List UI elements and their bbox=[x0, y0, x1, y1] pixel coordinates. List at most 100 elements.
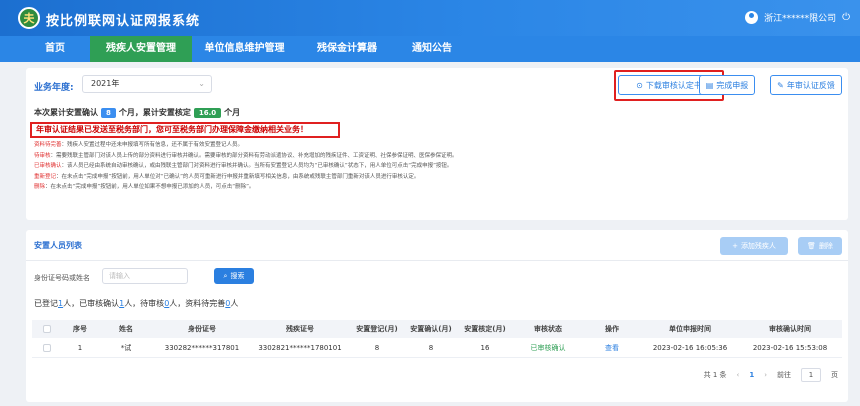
prev-page-icon[interactable]: ‹ bbox=[737, 371, 740, 379]
nav-unit-info[interactable]: 单位信息维护管理 bbox=[192, 36, 297, 62]
search-input[interactable] bbox=[102, 268, 188, 284]
add-disabled-person-button[interactable]: + 添加残疾人 bbox=[720, 237, 788, 255]
complete-declaration-label: 完成申报 bbox=[716, 80, 749, 90]
summary-text: 人，待审核 bbox=[124, 299, 165, 308]
note-text: ：在未点击“完成申报”按钮前，用人单位如果不想申报已添加的人员，可点击“删除”。 bbox=[45, 184, 255, 190]
header-confirmed-months: 安置确认(月) bbox=[410, 325, 452, 333]
select-all-checkbox[interactable] bbox=[32, 320, 62, 338]
note-text: ：残疾人安置过程中还未申报填写所有信息，还不属于有效安置登记人员。 bbox=[61, 142, 244, 148]
nav-calculator[interactable]: 残保金计算器 bbox=[297, 36, 397, 62]
plus-icon: + bbox=[732, 242, 738, 250]
note-text: ：在未点击“完成申报”按钮前，用人单位对“已确认”的人员可重新进行申报并重新填写… bbox=[56, 173, 420, 180]
divider bbox=[26, 260, 848, 261]
header-name: 姓名 bbox=[119, 325, 133, 333]
main-nav: 首页 残疾人安置管理 单位信息维护管理 残保金计算器 通知公告 bbox=[0, 36, 860, 62]
note-key: 已审核确认 bbox=[34, 163, 62, 169]
complete-declaration-button[interactable]: ▤ 完成申报 bbox=[699, 75, 755, 95]
row-confirm-time: 2023-02-16 15:53:08 bbox=[752, 343, 828, 352]
summary-text: 人 bbox=[230, 299, 239, 308]
header-disability-no: 残疾证号 bbox=[286, 325, 314, 333]
row-id-no: 330282******317801 bbox=[164, 343, 240, 352]
feedback-button[interactable]: ✎ 年审认证反馈 bbox=[770, 75, 842, 95]
row-checkbox[interactable] bbox=[32, 338, 62, 357]
edit-icon: ✎ bbox=[777, 80, 784, 90]
row-verified-months: 16 bbox=[480, 343, 490, 352]
header-verified-months: 安置核定(月) bbox=[464, 325, 506, 333]
note-pending: 待审核：需要残联主管部门对该人员上传的部分资料进行审核并确认。需要审核的部分资料… bbox=[34, 151, 834, 162]
note-key: 删除 bbox=[34, 184, 46, 190]
header-action: 操作 bbox=[605, 325, 619, 333]
note-reregister: 重新登记：在未点击“完成申报”按钮前，用人单位对“已确认”的人员可重新进行申报并… bbox=[34, 172, 834, 183]
chevron-down-icon: ⌄ bbox=[198, 79, 205, 88]
header-registered-months: 安置登记(月) bbox=[356, 325, 398, 333]
document-icon: ▤ bbox=[705, 80, 714, 90]
note-key: 待审核 bbox=[34, 152, 51, 159]
list-title: 安置人员列表 bbox=[34, 241, 82, 250]
year-overview-card: 业务年度: 2021年 ⌄ ⊙ 下载审核认定书 ▤ 完成申报 ✎ 年审认证反馈 … bbox=[26, 68, 848, 220]
confirm-count-badge: 8 bbox=[101, 107, 116, 118]
stats-prefix: 本次累计安置确认 bbox=[34, 108, 98, 117]
note-text: ：需要残联主管部门对该人员上传的部分资料进行审核并确认。需要审核的部分资料有劳动… bbox=[50, 152, 458, 159]
view-link[interactable]: 查看 bbox=[584, 338, 640, 357]
note-key: 重新登记 bbox=[34, 173, 57, 180]
user-area: 浙江******限公司 ⏻ bbox=[745, 11, 850, 24]
top-bar: 夫 按比例联网认证网报系统 浙江******限公司 ⏻ bbox=[0, 0, 860, 36]
stats-suffix: 个月 bbox=[224, 108, 241, 117]
verify-count-badge: 16.0 bbox=[193, 107, 222, 118]
total-count: 共 1 条 bbox=[703, 371, 727, 379]
page-number-current[interactable]: 1 bbox=[749, 371, 754, 379]
next-page-icon[interactable]: › bbox=[764, 371, 767, 379]
header-status: 审核状态 bbox=[534, 325, 562, 333]
row-disability-no: 3302821******1780101 bbox=[258, 343, 342, 352]
search-icon: ⌕ bbox=[223, 271, 228, 280]
note-delete: 删除：在未点击“完成申报”按钮前，用人单位如果不想申报已添加的人员，可点击“删除… bbox=[34, 182, 834, 193]
stats-mid: 个月，累计安置核定 bbox=[118, 108, 191, 117]
download-icon: ⊙ bbox=[636, 80, 643, 90]
row-name: *试 bbox=[120, 343, 132, 352]
page-unit: 页 bbox=[831, 371, 838, 379]
system-title: 按比例联网认证网报系统 bbox=[46, 14, 201, 29]
nav-placement-management[interactable]: 残疾人安置管理 bbox=[90, 36, 192, 62]
row-confirmed-months: 8 bbox=[428, 343, 434, 352]
year-value: 2021年 bbox=[91, 79, 120, 88]
year-label: 业务年度: bbox=[34, 83, 74, 93]
logo-icon: 夫 bbox=[18, 7, 40, 29]
header-apply-time: 单位申报时间 bbox=[669, 325, 711, 333]
nav-home[interactable]: 首页 bbox=[20, 36, 90, 62]
trash-icon: 🗑 bbox=[807, 242, 816, 250]
search-button-label: 搜索 bbox=[230, 272, 245, 280]
note-text: ：该人员已经由系统自动审核确认，或由残联主管部门对资料进行审核并确认。当所有安置… bbox=[61, 163, 453, 169]
summary-text: 人，已审核确认 bbox=[63, 299, 120, 308]
row-registered-months: 8 bbox=[374, 343, 380, 352]
user-avatar-icon[interactable] bbox=[745, 11, 759, 24]
search-label: 身份证号码或姓名 bbox=[34, 274, 90, 282]
placement-list-card: 安置人员列表 + 添加残疾人 🗑 删除 身份证号码或姓名 ⌕ 搜索 已登记1人，… bbox=[26, 230, 848, 402]
company-name[interactable]: 浙江******限公司 bbox=[764, 11, 836, 24]
summary-text: 人，资料待完善 bbox=[169, 299, 226, 308]
table-header: 序号 姓名 身份证号 残疾证号 安置登记(月) 安置确认(月) 安置核定(月) … bbox=[32, 320, 842, 338]
goto-page-input[interactable]: 1 bbox=[801, 368, 821, 382]
delete-label: 删除 bbox=[818, 242, 833, 250]
delete-button[interactable]: 🗑 删除 bbox=[798, 237, 842, 255]
status-notes: 资料待完善：残疾人安置过程中还未申报填写所有信息，还不属于有效安置登记人员。 待… bbox=[34, 140, 834, 193]
placement-stats: 本次累计安置确认 8 个月，累计安置核定 16.0 个月 bbox=[34, 107, 240, 118]
goto-label: 前往 bbox=[777, 371, 791, 379]
logout-icon[interactable]: ⏻ bbox=[842, 12, 850, 23]
nav-notices[interactable]: 通知公告 bbox=[397, 36, 467, 62]
row-apply-time: 2023-02-16 16:05:36 bbox=[652, 343, 728, 352]
row-index: 1 bbox=[77, 343, 83, 352]
add-label: 添加残疾人 bbox=[740, 242, 776, 250]
header-confirm-time: 审核确认时间 bbox=[769, 325, 811, 333]
row-status: 已审核确认 bbox=[530, 343, 566, 352]
header-id-no: 身份证号 bbox=[188, 325, 216, 333]
pagination: 共 1 条 ‹ 1 › 前往 1 页 bbox=[704, 368, 838, 382]
note-confirmed: 已审核确认：该人员已经由系统自动审核确认，或由残联主管部门对资料进行审核并确认。… bbox=[34, 161, 834, 172]
note-key: 资料待完善 bbox=[34, 142, 62, 148]
registration-summary: 已登记1人，已审核确认1人，待审核0人，资料待完善0人 bbox=[34, 298, 238, 309]
search-button[interactable]: ⌕ 搜索 bbox=[214, 268, 254, 284]
note-incomplete: 资料待完善：残疾人安置过程中还未申报填写所有信息，还不属于有效安置登记人员。 bbox=[34, 140, 834, 151]
logo-text: 夫 bbox=[23, 12, 35, 25]
year-select[interactable]: 2021年 ⌄ bbox=[82, 75, 212, 93]
feedback-label: 年审认证反馈 bbox=[786, 80, 835, 90]
download-certificate-label: 下载审核认定书 bbox=[645, 80, 702, 90]
